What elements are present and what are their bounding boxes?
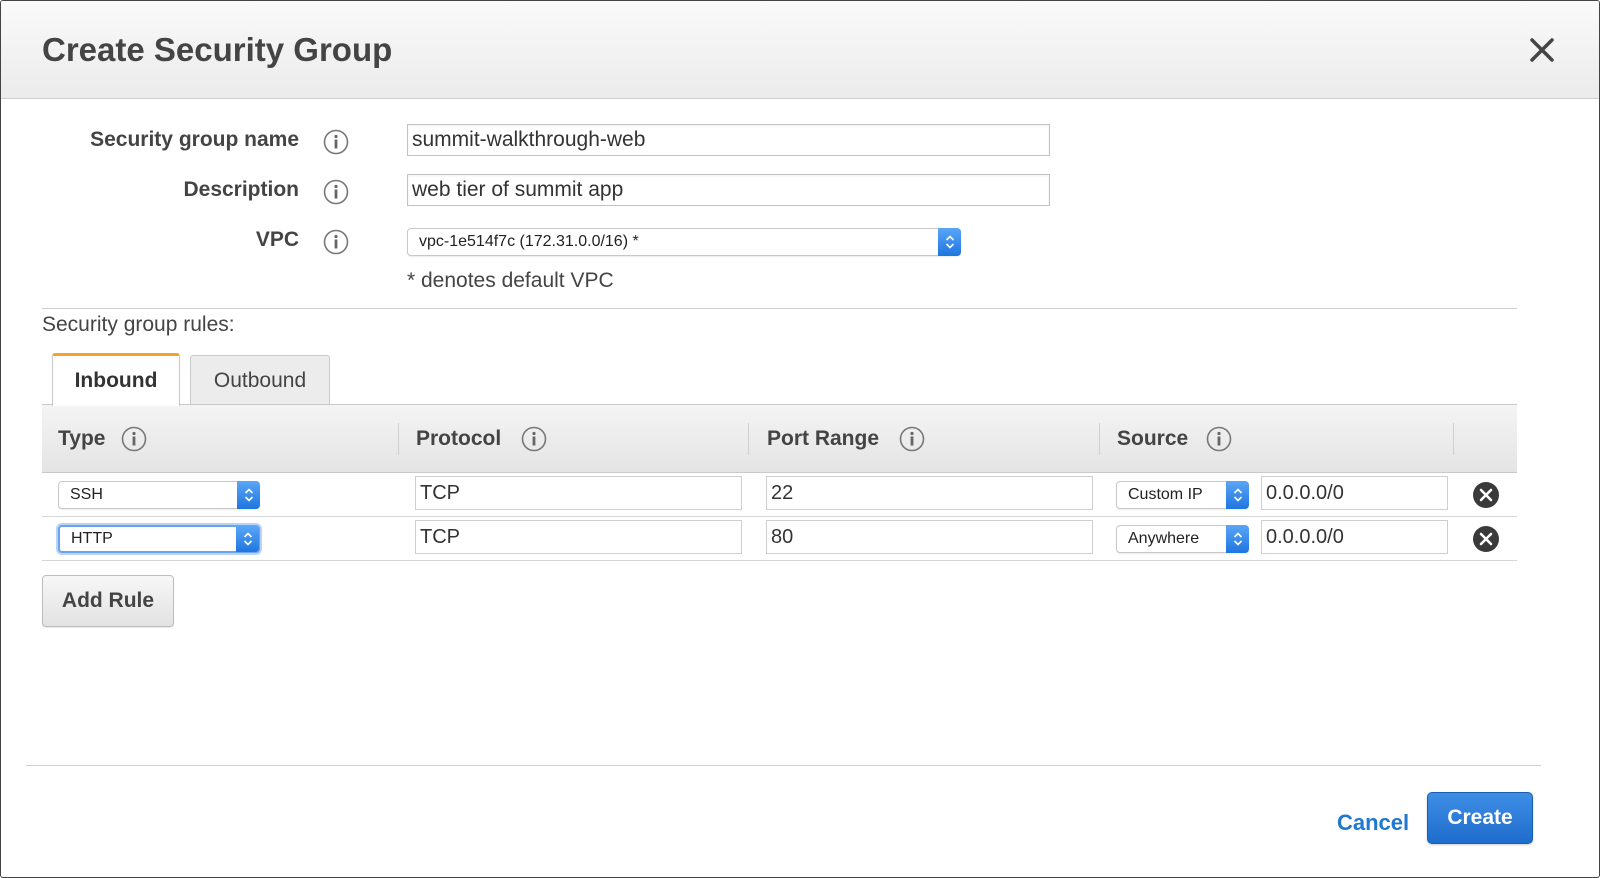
cancel-button[interactable]: Cancel: [1337, 810, 1409, 836]
column-divider: [398, 423, 399, 455]
default-vpc-note: * denotes default VPC: [407, 269, 614, 292]
rule-protocol-field[interactable]: [415, 476, 742, 510]
info-icon[interactable]: [323, 229, 349, 255]
rule-source-type-value: Anywhere: [1128, 530, 1200, 547]
vpc-label: VPC: [255, 228, 299, 251]
info-icon[interactable]: [323, 129, 349, 155]
info-icon[interactable]: [323, 179, 349, 205]
info-icon[interactable]: [121, 426, 147, 452]
chevron-up-down-icon: [1226, 481, 1249, 509]
chevron-up-down-icon: [1226, 525, 1249, 553]
rule-source-select[interactable]: Custom IP: [1116, 481, 1249, 509]
remove-rule-icon[interactable]: [1472, 525, 1500, 553]
column-header-source: Source: [1117, 427, 1189, 450]
rule-protocol-field[interactable]: [415, 520, 742, 554]
row-divider: [42, 516, 1517, 517]
rules-table-header: Type Protocol Port Range Source: [42, 404, 1517, 473]
dialog-title: Create Security Group: [42, 31, 393, 68]
info-icon[interactable]: [1206, 426, 1232, 452]
rule-source-cidr-field[interactable]: [1261, 476, 1448, 510]
chevron-up-down-icon: [938, 228, 961, 256]
column-header-protocol: Protocol: [416, 427, 502, 450]
create-button[interactable]: Create: [1427, 792, 1533, 844]
row-divider: [42, 560, 1517, 561]
rule-port-range-field[interactable]: [766, 476, 1093, 510]
column-header-type: Type: [58, 427, 106, 450]
rule-source-select[interactable]: Anywhere: [1116, 525, 1249, 553]
vpc-select[interactable]: vpc-1e514f7c (172.31.0.0/16) *: [407, 228, 961, 256]
security-group-name-label: Security group name: [90, 128, 299, 151]
add-rule-button[interactable]: Add Rule: [42, 575, 174, 627]
close-icon[interactable]: [1525, 33, 1559, 67]
chevron-up-down-icon: [236, 526, 259, 552]
footer-divider: [26, 765, 1541, 766]
rule-type-value: SSH: [70, 486, 103, 503]
security-group-rules-label: Security group rules:: [42, 313, 235, 336]
rule-type-select[interactable]: SSH: [58, 481, 260, 509]
create-security-group-dialog: Create Security Group Security group nam…: [0, 0, 1600, 878]
rule-source-cidr-field[interactable]: [1261, 520, 1448, 554]
tab-inbound[interactable]: Inbound: [52, 353, 180, 406]
column-divider: [748, 423, 749, 455]
rule-source-type-value: Custom IP: [1128, 486, 1203, 503]
description-field[interactable]: [407, 174, 1050, 206]
security-group-name-field[interactable]: [407, 124, 1050, 156]
info-icon[interactable]: [899, 426, 925, 452]
tab-outbound[interactable]: Outbound: [190, 355, 330, 405]
rule-type-select[interactable]: HTTP: [58, 525, 260, 553]
remove-rule-icon[interactable]: [1472, 481, 1500, 509]
description-label: Description: [183, 178, 299, 201]
dialog-header: Create Security Group: [1, 1, 1599, 99]
column-divider: [1453, 423, 1454, 455]
column-header-port-range: Port Range: [767, 427, 880, 450]
divider: [42, 308, 1517, 309]
info-icon[interactable]: [521, 426, 547, 452]
column-divider: [1099, 423, 1100, 455]
rule-type-value: HTTP: [71, 530, 113, 547]
rule-port-range-field[interactable]: [766, 520, 1093, 554]
chevron-up-down-icon: [237, 481, 260, 509]
vpc-select-value: vpc-1e514f7c (172.31.0.0/16) *: [419, 233, 639, 250]
